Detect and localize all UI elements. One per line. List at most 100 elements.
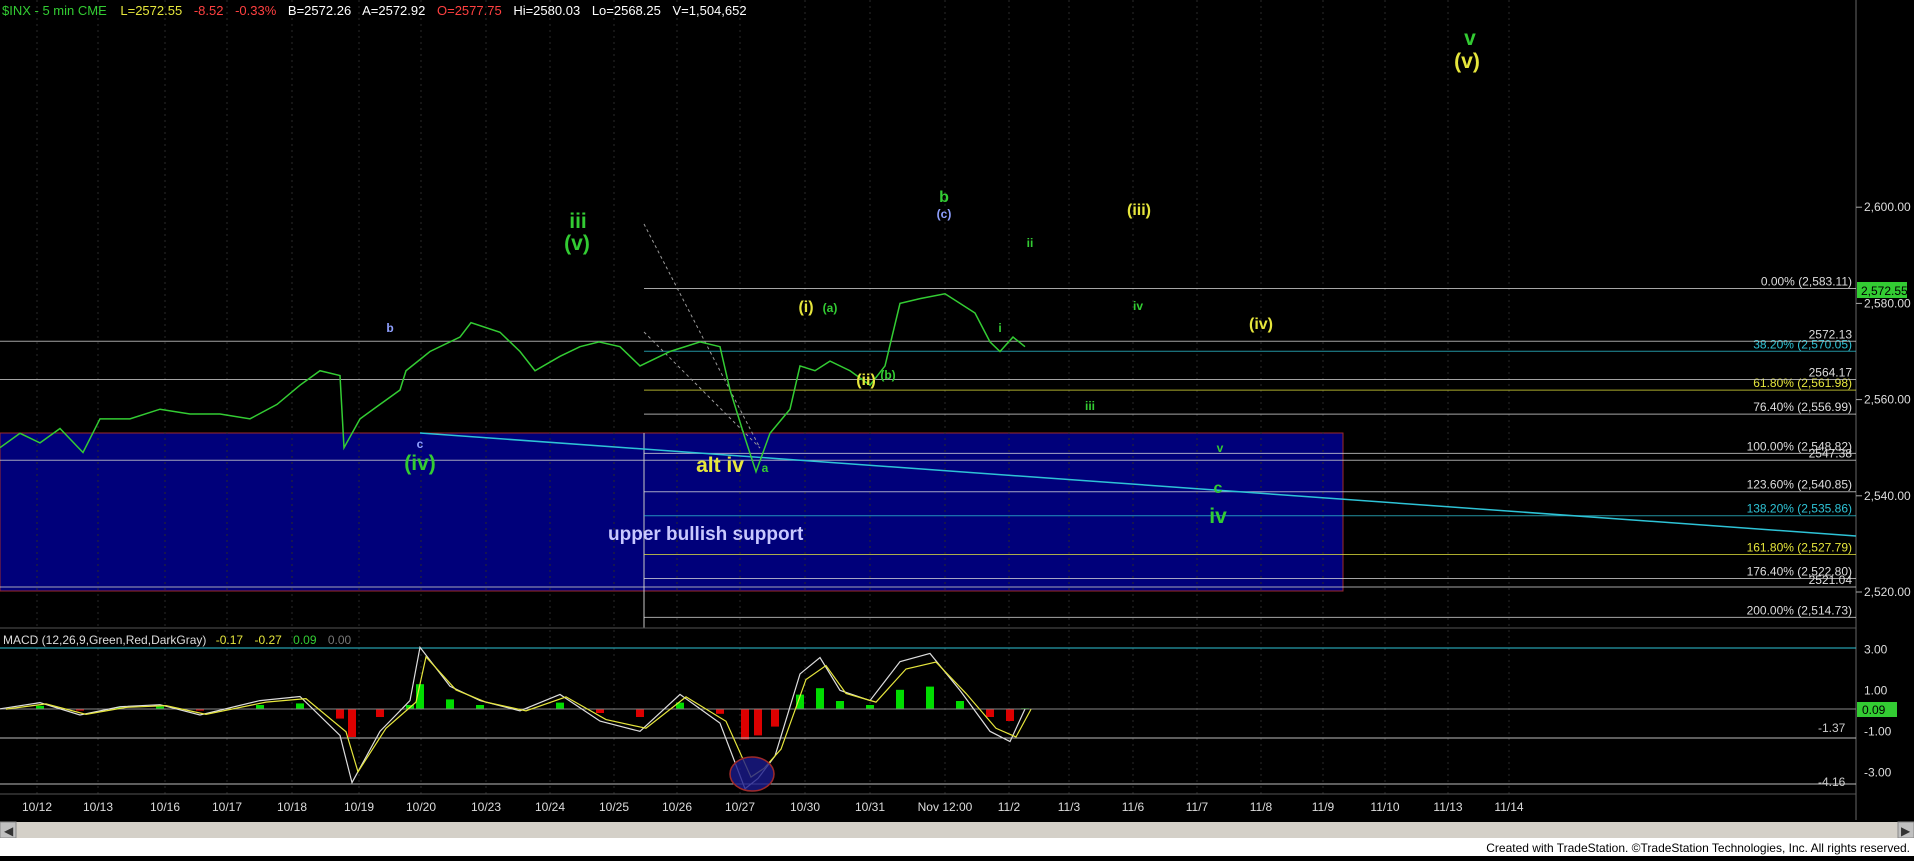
macd-y-tick-label: 1.00 — [1864, 683, 1888, 697]
footer-credit: Created with TradeStation. ©TradeStation… — [1486, 841, 1910, 855]
macd-histogram-bar — [336, 709, 344, 719]
x-tick-label: 10/23 — [471, 800, 501, 814]
macd-histogram-bar — [771, 709, 779, 727]
macd-y-tick-label: 3.00 — [1864, 642, 1888, 656]
x-tick-label: 10/31 — [855, 800, 885, 814]
header-open: O=2577.75 — [437, 3, 502, 18]
macd-histogram-bar — [476, 705, 484, 709]
support-zone-label: upper bullish support — [608, 524, 804, 545]
y-tick-label: 2,600.00 — [1864, 200, 1911, 214]
wave-label: (v) — [564, 232, 590, 255]
macd-histogram-bar — [596, 709, 604, 713]
x-tick-label: 10/20 — [406, 800, 436, 814]
header-pct: -0.33% — [235, 3, 277, 18]
macd-histogram-bar — [754, 709, 762, 736]
wave-label: (b) — [880, 368, 895, 382]
wave-label: v — [1217, 441, 1224, 455]
x-tick-label: 11/7 — [1186, 800, 1209, 814]
x-tick-label: 10/26 — [662, 800, 692, 814]
macd-histogram-bar — [446, 699, 454, 709]
fib-label: 0.00% (2,583.11) — [1761, 274, 1852, 288]
wave-label: (a) — [823, 301, 838, 315]
x-tick-label: 10/24 — [535, 800, 565, 814]
macd-histogram-bar — [636, 709, 644, 717]
x-tick-label: 10/30 — [790, 800, 820, 814]
macd-panel — [36, 684, 1029, 740]
wave-label: iv — [1133, 299, 1143, 313]
wave-label: b — [386, 321, 393, 335]
price-level-label: 2572.13 — [1809, 327, 1853, 341]
price-chart: upper bullish support 0.00% (2,583.11)38… — [0, 0, 1914, 856]
macd-histogram-bar — [956, 701, 964, 709]
last-price-value: 2,572.55 — [1861, 284, 1908, 298]
wave-label: c — [417, 437, 424, 451]
y-tick-label: 2,520.00 — [1864, 585, 1911, 599]
fib-label: 200.00% (2,514.73) — [1747, 603, 1852, 617]
vertical-gridlines — [36, 0, 1510, 794]
header-ask: A=2572.92 — [362, 3, 425, 18]
macd-line — [0, 645, 1026, 790]
fib-label: 123.60% (2,540.85) — [1747, 478, 1852, 492]
chart-header: $INX - 5 min CME L=2572.55 -8.52 -0.33% … — [2, 3, 747, 18]
macd-histogram-bar — [816, 688, 824, 709]
macd-histogram-bar — [256, 705, 264, 709]
chevron-left-icon: ◀ — [4, 824, 14, 838]
macd-divergence-circle — [729, 756, 775, 792]
wave-label: (iv) — [1249, 316, 1273, 333]
wave-label: (c) — [937, 207, 952, 221]
y-tick-label: 2,540.00 — [1864, 489, 1911, 503]
x-tick-label: 10/16 — [150, 800, 180, 814]
y-tick-label: 2,580.00 — [1864, 296, 1911, 310]
macd-histogram-bar — [741, 709, 749, 740]
chevron-right-icon: ▶ — [1901, 824, 1911, 838]
wave-label: (v) — [1454, 50, 1480, 73]
time-axis: 10/12 10/13 10/16 10/17 10/18 10/19 10/20 10/23… — [22, 800, 1524, 814]
x-tick-label: 11/3 — [1058, 800, 1081, 814]
y-tick-label: 2,560.00 — [1864, 393, 1911, 407]
price-level-label: 2521.04 — [1809, 573, 1853, 587]
header-last: L=2572.55 — [120, 3, 182, 18]
wave-label: i — [998, 321, 1001, 335]
macd-signal-line — [5, 655, 1032, 778]
x-tick-label: 10/27 — [725, 800, 755, 814]
price-level-label: 2564.17 — [1809, 366, 1853, 380]
x-tick-label: 10/18 — [277, 800, 307, 814]
header-lo: Lo=2568.25 — [592, 3, 661, 18]
macd-histogram-bar — [376, 709, 384, 717]
macd-ref-label-1: -1.37 — [1818, 721, 1846, 735]
x-tick-label: 11/13 — [1433, 800, 1462, 814]
macd-histogram-bar — [716, 709, 724, 714]
macd-y-tick-label: -3.00 — [1864, 765, 1892, 779]
support-zone — [0, 432, 1344, 592]
wave-label: iv — [1209, 505, 1227, 528]
macd-last-value: 0.09 — [1862, 703, 1886, 717]
macd-histogram-bar — [1006, 709, 1014, 721]
macd-header: MACD (12,26,9,Green,Red,DarkGray) -0.17 … — [3, 633, 352, 647]
macd-histogram-bar — [836, 701, 844, 709]
fib-label: 138.20% (2,535.86) — [1747, 502, 1852, 516]
header-hi: Hi=2580.03 — [513, 3, 580, 18]
macd-zero: 0.00 — [328, 633, 352, 647]
macd-histogram-bar — [896, 689, 904, 709]
x-tick-label: 11/6 — [1122, 800, 1145, 814]
wave-label: c — [1214, 480, 1223, 497]
wave-label: a — [762, 461, 769, 475]
wave-label: (iii) — [1127, 202, 1151, 219]
x-tick-label: Nov 12:00 — [918, 800, 973, 814]
macd-histogram-bar — [926, 686, 934, 709]
wave-label: (iv) — [404, 452, 436, 475]
macd-histogram-bar — [296, 703, 304, 709]
x-tick-label: 10/19 — [344, 800, 374, 814]
macd-ref-label-2: -4.16 — [1818, 775, 1846, 789]
horizontal-scrollbar[interactable] — [0, 822, 1914, 838]
header-change: -8.52 — [194, 3, 224, 18]
header-volume: V=1,504,652 — [672, 3, 746, 18]
x-tick-label: 11/8 — [1250, 800, 1273, 814]
macd-diff: 0.09 — [293, 633, 317, 647]
macd-histogram-bar — [986, 709, 994, 717]
wave-label: alt iv — [696, 454, 744, 477]
header-bid: B=2572.26 — [288, 3, 351, 18]
fib-label: 161.80% (2,527.79) — [1747, 541, 1852, 555]
wave-label: (ii) — [856, 372, 876, 389]
wave-label: ii — [1027, 236, 1034, 250]
